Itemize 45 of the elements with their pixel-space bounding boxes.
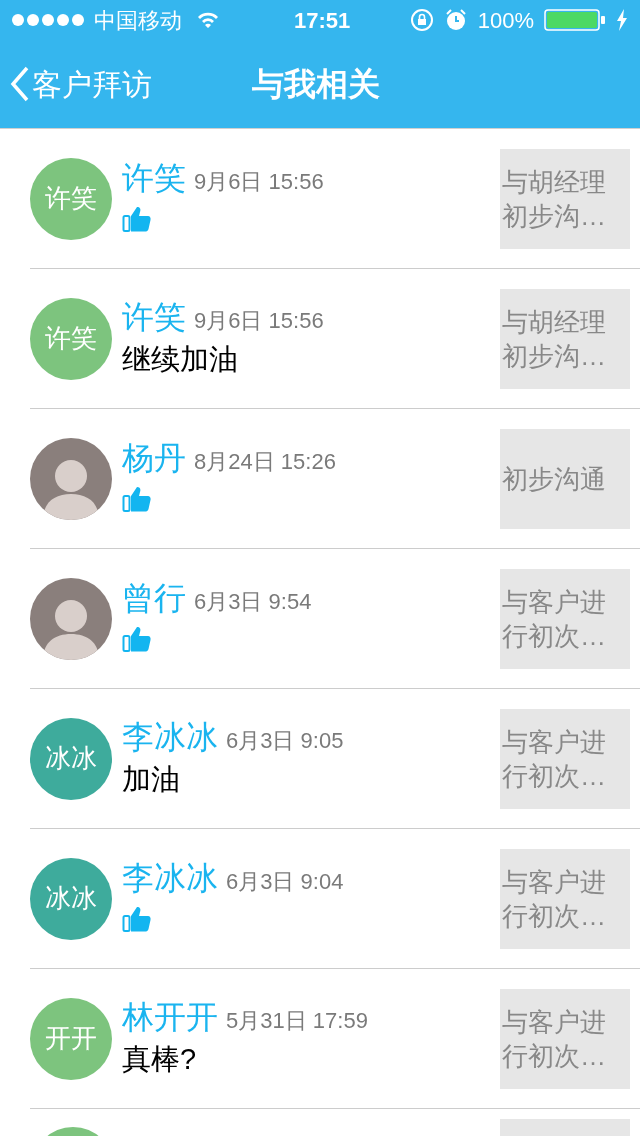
page-title: 与我相关 [252,65,380,104]
user-name: 许笑 [122,158,186,198]
visit-summary[interactable] [500,1119,630,1136]
wifi-icon [196,11,220,29]
avatar: 冰冰 [30,857,112,940]
comment-text: 真棒? [122,1041,198,1077]
charging-icon [616,9,628,31]
timestamp: 6月3日 9:54 [194,587,312,616]
back-button[interactable]: 客户拜访 [10,61,152,107]
visit-summary[interactable]: 初步沟通 [500,428,630,529]
battery-icon [544,9,606,31]
user-name: 杨丹 [122,438,186,478]
thumbs-up-icon [122,204,152,233]
rotation-lock-icon [409,8,434,32]
timestamp: 6月3日 9:05 [226,726,344,755]
thumbs-up-icon [122,904,152,933]
visit-summary[interactable]: 与客户进行初次… [500,988,630,1089]
avatar: 许笑 [30,297,112,380]
timestamp: 5月31日 17:59 [226,1006,368,1035]
back-chevron-icon [10,66,30,102]
signal-icon [12,14,84,26]
visit-summary[interactable]: 与胡经理初步沟… [500,288,630,389]
avatar: 开开 [30,997,112,1080]
visit-summary[interactable]: 与客户进行初次… [500,568,630,669]
visit-summary[interactable]: 与胡经理初步沟… [500,148,630,249]
timestamp: 8月24日 15:26 [194,447,336,476]
user-name: 林开开 [122,997,218,1037]
clock-time: 17:51 [294,6,351,35]
timestamp: 9月6日 15:56 [194,167,324,196]
thumbs-up-icon [122,624,152,653]
battery-percentage: 100% [477,6,534,35]
visit-summary[interactable]: 与客户进行初次… [500,708,630,809]
comment-text: 继续加油 [122,341,239,377]
visit-summary[interactable]: 与客户进行初次… [500,848,630,949]
user-name: 许笑 [122,297,186,337]
timestamp: 6月3日 9:04 [226,867,344,896]
user-name: 李冰冰 [122,717,218,757]
comment-text: 加油 [122,761,181,797]
carrier-name: 中国移动 [94,6,182,35]
user-name: 曾行 [122,578,186,618]
user-name: 李冰冰 [122,858,218,898]
timestamp: 9月6日 15:56 [194,306,324,335]
avatar: 冰冰 [30,717,112,800]
avatar: 许笑 [30,157,112,240]
thumbs-up-icon [122,484,152,513]
